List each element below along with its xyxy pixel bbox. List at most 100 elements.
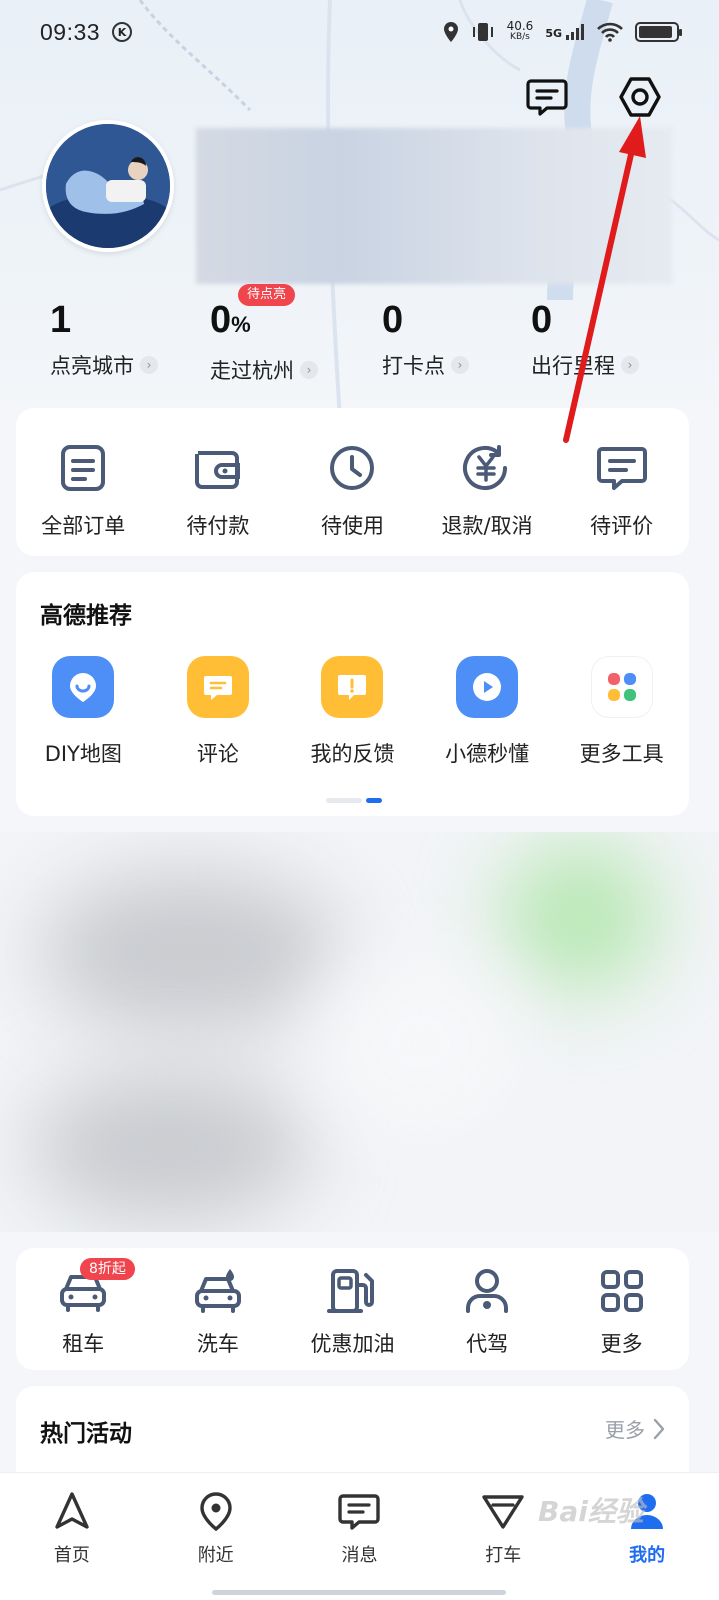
navigate-icon: [48, 1487, 96, 1535]
net-speed-value: 40.6: [506, 19, 534, 33]
tool-diy-map[interactable]: DIY地图: [16, 656, 151, 768]
tool-xiaode[interactable]: 小德秒懂: [420, 656, 555, 768]
nav-label: 消息: [341, 1545, 378, 1566]
orders-card: 全部订单 待付款 待使用 退款/取消 待评价: [16, 408, 689, 556]
order-item-label: 待评价: [590, 514, 654, 538]
tool-review[interactable]: 评论: [151, 656, 286, 768]
watermark: Bai经验: [538, 1495, 644, 1528]
stat-label: 点亮城市: [50, 354, 134, 378]
order-item-label: 退款/取消: [441, 514, 533, 538]
tool-label: 小德秒懂: [445, 742, 530, 766]
signal-icon: [566, 24, 584, 40]
battery-fill: [639, 26, 673, 38]
tool-feedback[interactable]: 我的反馈: [285, 656, 420, 768]
settings-icon: [619, 77, 661, 117]
tool-more[interactable]: 更多工具: [554, 656, 689, 768]
status-k-icon: K: [112, 22, 133, 42]
services-card: 租车 8折起 洗车 优惠加油 代驾 更多: [16, 1248, 689, 1370]
order-item-label: 全部订单: [41, 514, 126, 538]
fuel-icon: [320, 1266, 384, 1316]
stat-mileage[interactable]: 0 出行里程 ›: [531, 292, 639, 380]
section-title: 高德推荐: [40, 603, 132, 629]
stat-label: 打卡点: [382, 354, 445, 378]
tool-label: DIY地图: [44, 742, 122, 766]
order-item-pending-pay[interactable]: 待付款: [151, 436, 286, 540]
signal-indicator: 5G: [545, 24, 585, 40]
vibrate-icon: [472, 23, 493, 41]
stats-row: 1 点亮城市 › 0% 走过杭州 › 待点亮 0 打卡点 › 0 出行里程 ›: [0, 284, 719, 392]
events-more-link[interactable]: 更多: [605, 1414, 665, 1443]
stat-value-suffix: %: [231, 312, 251, 337]
nav-label: 打车: [485, 1545, 522, 1566]
page-indicator: [326, 798, 382, 803]
order-item-refund[interactable]: 退款/取消: [420, 436, 555, 540]
service-label: 代驾: [466, 1332, 509, 1356]
service-driver[interactable]: 代驾: [420, 1266, 555, 1358]
nav-nearby[interactable]: 附近: [144, 1473, 288, 1600]
discount-badge: 8折起: [80, 1258, 135, 1280]
chevron-right-icon: ›: [300, 361, 318, 379]
service-label: 洗车: [196, 1332, 239, 1356]
avatar[interactable]: [42, 120, 174, 252]
comment-icon: [590, 436, 654, 500]
stat-checkins[interactable]: 0 打卡点 ›: [382, 292, 469, 380]
status-time: 09:33: [40, 18, 101, 45]
chevron-right-icon: [653, 1418, 665, 1439]
order-item-label: 待付款: [186, 514, 250, 538]
service-fuel[interactable]: 优惠加油: [285, 1266, 420, 1358]
stat-value-number: 0: [210, 299, 232, 341]
stat-value: 1: [50, 299, 72, 341]
settings-button[interactable]: [617, 74, 663, 120]
service-more[interactable]: 更多: [554, 1266, 689, 1358]
stat-walked-city[interactable]: 0% 走过杭州 › 待点亮: [210, 284, 318, 385]
recommend-card: 高德推荐 DIY地图 评论 我的反馈 小德秒懂 更多工具: [16, 572, 689, 816]
message-icon: [526, 79, 568, 116]
stat-value: 0: [382, 299, 404, 341]
status-bar: 09:33 K 40.6 KB/s 5G: [0, 0, 719, 64]
net-speed-unit: KB/s: [510, 32, 530, 42]
chevron-right-icon: ›: [140, 356, 158, 374]
more-link-label: 更多: [605, 1418, 645, 1442]
wallet-icon: [186, 436, 250, 500]
taxi-icon: [479, 1487, 527, 1535]
tool-label: 评论: [196, 742, 239, 766]
clock-icon: [320, 436, 384, 500]
service-car-wash[interactable]: 洗车: [151, 1266, 286, 1358]
nav-label: 首页: [53, 1545, 90, 1566]
stat-value: 0: [531, 299, 553, 341]
battery-icon: [635, 22, 682, 42]
home-indicator[interactable]: [212, 1590, 506, 1595]
nav-messages[interactable]: 消息: [288, 1473, 432, 1600]
page-dot: [326, 798, 362, 803]
nav-label: 我的: [629, 1545, 666, 1566]
order-list-icon: [51, 436, 115, 500]
review-icon: [186, 656, 249, 718]
section-title: 热门活动: [40, 1421, 132, 1447]
message-button[interactable]: [524, 74, 570, 120]
location-status-icon: [443, 22, 458, 42]
nav-home[interactable]: 首页: [0, 1473, 144, 1600]
tool-label: 我的反馈: [310, 742, 395, 766]
tool-label: 更多工具: [579, 742, 664, 766]
service-rent-car[interactable]: 租车 8折起: [16, 1258, 151, 1358]
refund-icon: [455, 436, 519, 500]
grid-icon: [590, 1266, 654, 1316]
driver-icon: [455, 1266, 519, 1316]
car-wash-icon: [186, 1266, 250, 1316]
net-speed: 40.6 KB/s: [506, 19, 534, 43]
chevron-right-icon: ›: [621, 356, 639, 374]
order-item-all[interactable]: 全部订单: [16, 436, 151, 540]
order-item-to-use[interactable]: 待使用: [285, 436, 420, 540]
page-dot-active: [366, 798, 382, 803]
order-item-to-review[interactable]: 待评价: [554, 436, 689, 540]
order-item-label: 待使用: [320, 514, 384, 538]
stat-label: 出行里程: [531, 354, 615, 378]
network-type: 5G: [545, 27, 562, 40]
stat-label: 走过杭州: [210, 359, 294, 383]
stat-lit-cities[interactable]: 1 点亮城市 ›: [50, 292, 158, 380]
service-label: 优惠加油: [310, 1332, 395, 1356]
service-label: 更多: [600, 1332, 643, 1356]
feedback-icon: [321, 656, 384, 718]
chevron-right-icon: ›: [451, 356, 469, 374]
status-badge: 待点亮: [238, 284, 296, 306]
